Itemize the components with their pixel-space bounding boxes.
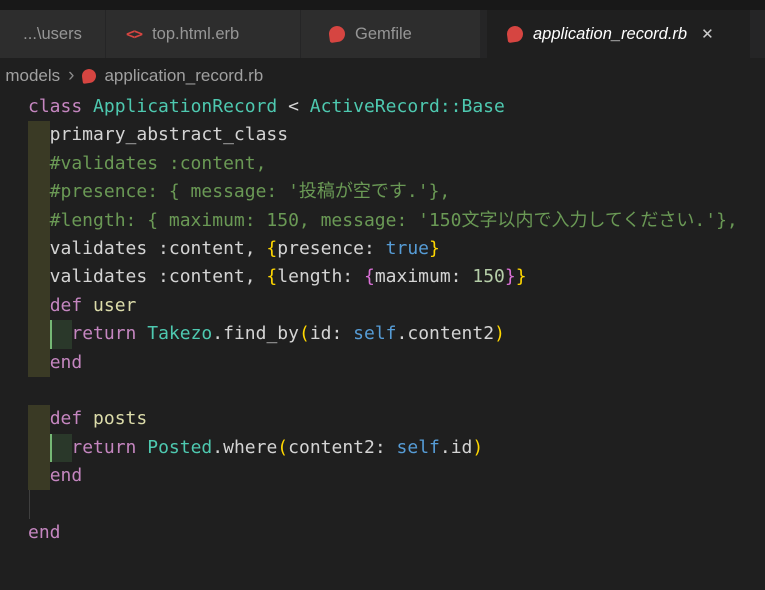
code-text: #presence: { message: '投稿が空です.'}, (28, 181, 451, 203)
code-text: end (49, 465, 83, 487)
tab-label: application_record.rb (533, 24, 688, 43)
tab-label: top.html.erb (152, 24, 240, 43)
chevron-right-icon: › (68, 64, 75, 86)
tab-label: Gemfile (355, 24, 412, 43)
code-line: #length: { maximum: 150, message: '150文字… (0, 206, 765, 235)
code-text: return Takezo.find_by(id: self.content2) (71, 323, 505, 345)
code-text: validates :content, {presence: true} (28, 237, 440, 259)
code-line: return Posted.where(content2: self.id) (0, 433, 765, 463)
code-text: def posts (49, 408, 148, 430)
code-line: #validates :content, (0, 149, 765, 179)
code-line: validates :content, {presence: true} (0, 234, 765, 264)
tabbar-spacer (750, 10, 765, 58)
code-line: class ApplicationRecord < ActiveRecord::… (0, 93, 765, 121)
code-text: #length: { maximum: 150, message: '150文字… (28, 209, 738, 231)
code-text: primary_abstract_class (28, 124, 289, 146)
code-text: def user (49, 294, 137, 316)
indent-guide (29, 490, 30, 519)
code-line: validates :content, {length: {maximum: 1… (0, 263, 765, 292)
title-bar (0, 0, 765, 10)
code-line: end (0, 348, 765, 377)
tab-gemfile[interactable]: Gemfile (301, 10, 481, 58)
code-text: return Posted.where(content2: self.id) (71, 436, 484, 458)
code-line: #presence: { message: '投稿が空です.'}, (0, 178, 765, 207)
code-line: end (0, 519, 765, 547)
tab-users[interactable]: ...\users (0, 10, 106, 58)
code-line: def user (0, 291, 765, 321)
ruby-file-icon (81, 67, 98, 84)
code-line: end (0, 462, 765, 491)
breadcrumb: › models › application_record.rb (0, 58, 765, 93)
ruby-file-icon (505, 24, 525, 44)
ruby-file-icon (327, 24, 347, 44)
code-text: validates :content, {length: {maximum: 1… (28, 266, 527, 288)
code-text: #validates :content, (28, 152, 267, 174)
tab-label: ...\users (23, 24, 82, 43)
tab-top-html-erb[interactable]: <> top.html.erb (106, 10, 301, 58)
breadcrumb-item-file[interactable]: application_record.rb (104, 66, 263, 86)
code-text: end (28, 521, 61, 543)
code-line: return Takezo.find_by(id: self.content2) (0, 320, 765, 349)
code-line (0, 490, 765, 519)
erb-file-icon: <> (126, 25, 143, 43)
code-text: end (49, 351, 83, 373)
close-icon[interactable]: ✕ (701, 25, 714, 43)
code-line: def posts (0, 405, 765, 434)
breadcrumb-item-models[interactable]: models (5, 66, 60, 86)
code-editor[interactable]: class ApplicationRecord < ActiveRecord::… (0, 93, 765, 590)
code-line: primary_abstract_class (0, 121, 765, 150)
code-text: class ApplicationRecord < ActiveRecord::… (28, 96, 505, 117)
tab-bar: ...\users <> top.html.erb Gemfile applic… (0, 10, 765, 58)
tab-application-record[interactable]: application_record.rb ✕ (487, 10, 750, 58)
